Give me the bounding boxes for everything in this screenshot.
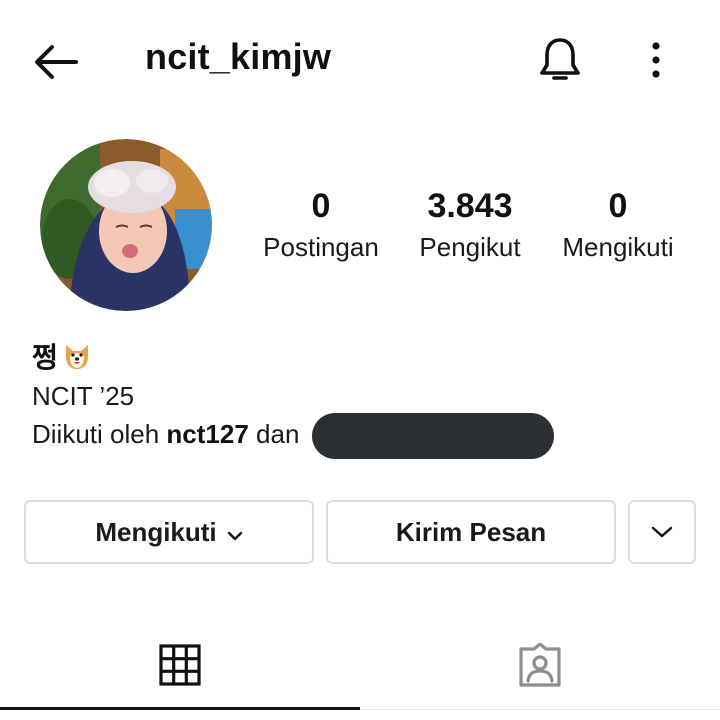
back-button[interactable]: [26, 40, 86, 84]
redaction-mark: [312, 413, 554, 459]
profile-photo: [40, 139, 212, 311]
profile-page: ncit_kimjw 0 Postingan 3.843 Pengikut 0 …: [0, 0, 720, 720]
followed-by-account[interactable]: nct127: [166, 419, 248, 449]
posts-count[interactable]: 0 Postingan: [250, 184, 392, 264]
top-bar: ncit_kimjw: [0, 0, 720, 120]
message-button[interactable]: Kirim Pesan: [326, 500, 616, 564]
dog-face-emoji: [62, 341, 92, 371]
suggested-accounts-button[interactable]: [628, 500, 696, 564]
tab-posts-grid[interactable]: [0, 622, 360, 708]
stat-value: 0: [311, 187, 331, 225]
chevron-down-icon: [651, 526, 673, 538]
following-button[interactable]: Mengikuti: [24, 500, 314, 564]
stat-label: Postingan: [263, 232, 379, 262]
chevron-down-icon: [227, 517, 243, 548]
arrow-left-icon: [35, 45, 78, 79]
followed-by-text[interactable]: Diikuti oleh nct127 dan: [32, 418, 299, 450]
display-name-text: 쩡: [32, 342, 58, 373]
more-vertical-icon: [652, 42, 660, 78]
following-count[interactable]: 0 Mengikuti: [548, 184, 688, 264]
followed-by-prefix: Diikuti oleh: [32, 419, 160, 449]
notifications-button[interactable]: [532, 32, 588, 88]
followers-count[interactable]: 3.843 Pengikut: [406, 184, 534, 264]
avatar[interactable]: [40, 139, 212, 311]
tab-tagged[interactable]: [360, 622, 720, 708]
active-tab-indicator: [0, 707, 360, 710]
stat-value: 0: [608, 187, 628, 225]
more-options-button[interactable]: [636, 36, 676, 84]
tagged-person-icon: [519, 643, 561, 687]
message-button-label: Kirim Pesan: [395, 516, 547, 547]
bell-icon: [540, 38, 580, 80]
following-button-label: Mengikuti: [95, 516, 217, 547]
stat-value: 3.843: [427, 187, 513, 225]
bio-text: NCIT ’25: [32, 381, 135, 411]
display-name: 쩡: [32, 338, 92, 374]
followed-by-suffix: dan: [256, 419, 300, 449]
stat-label: Pengikut: [419, 232, 521, 262]
page-title: ncit_kimjw: [145, 36, 332, 77]
stat-label: Mengikuti: [562, 232, 674, 262]
grid-icon: [159, 644, 201, 686]
